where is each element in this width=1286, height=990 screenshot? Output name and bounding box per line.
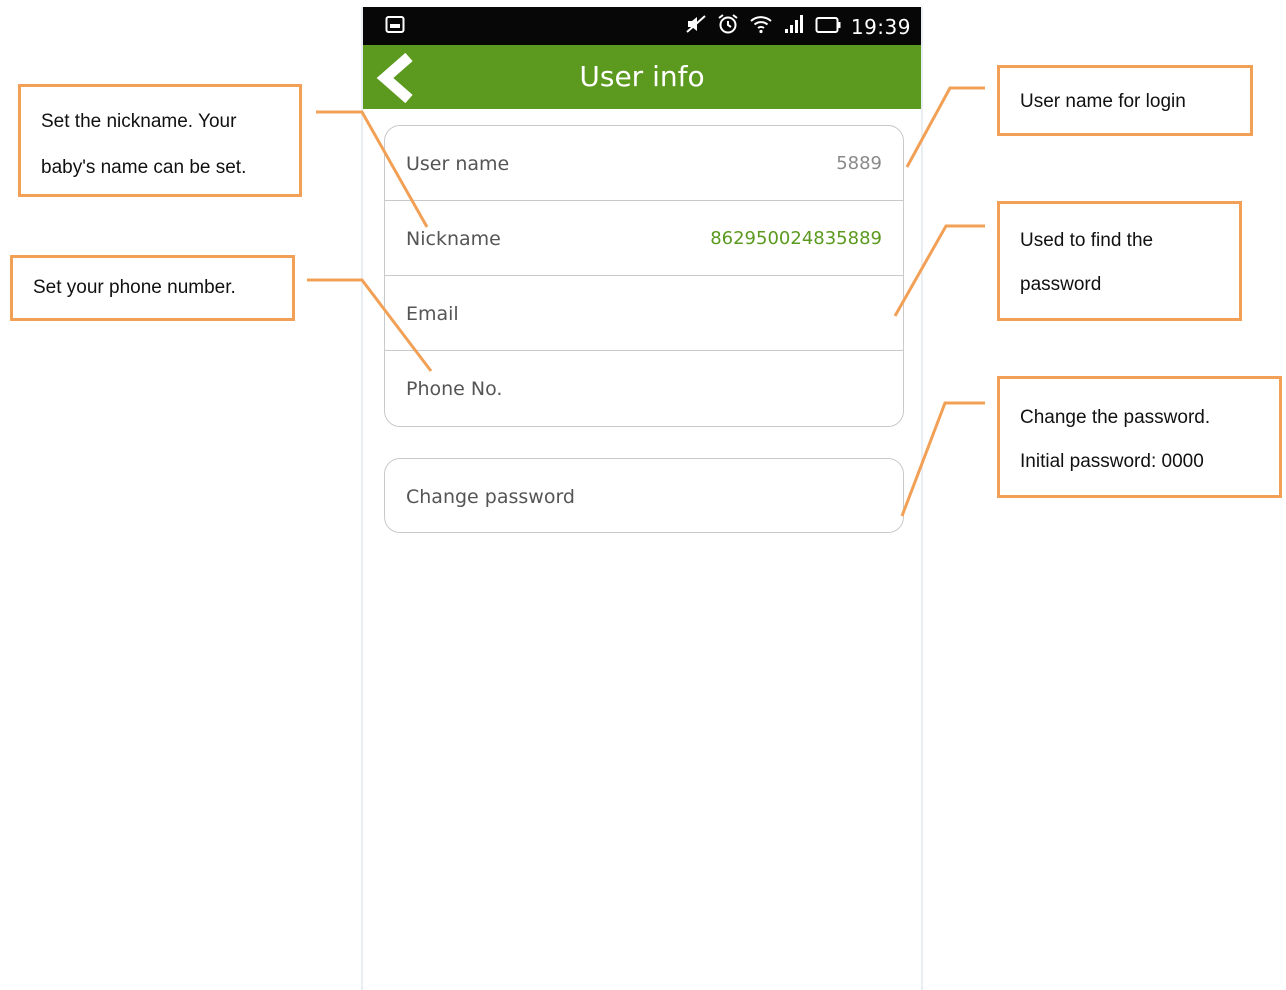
- email-callout: Used to find the password: [997, 201, 1242, 321]
- battery-icon: [815, 15, 841, 39]
- status-bar: 19:39: [363, 7, 921, 45]
- email-label: Email: [406, 303, 459, 325]
- phone-callout: Set your phone number.: [10, 255, 295, 321]
- nickname-callout-line-2: baby's name can be set.: [41, 157, 247, 178]
- username-callout-line-1: User name for login: [1020, 91, 1186, 112]
- email-callout-line-1: Used to find the: [1020, 230, 1154, 251]
- change-password-card: Change password: [384, 458, 904, 533]
- page-title: User info: [579, 60, 705, 93]
- image-notification-icon: [385, 15, 405, 39]
- password-callout: Change the password. Initial password: 0…: [997, 376, 1282, 498]
- phone-row[interactable]: Phone No.: [385, 351, 903, 426]
- username-callout: User name for login: [997, 65, 1253, 136]
- signal-icon: [783, 14, 805, 39]
- nickname-callout-line-1: Set the nickname. Your: [41, 111, 237, 132]
- user-name-label: User name: [406, 153, 510, 175]
- alarm-icon: [717, 13, 739, 40]
- email-row[interactable]: Email: [385, 276, 903, 351]
- mute-icon: [685, 14, 707, 39]
- phone-label: Phone No.: [406, 378, 503, 400]
- user-name-row[interactable]: User name 5889: [385, 126, 903, 201]
- user-info-card: User name 5889 Nickname 862950024835889 …: [384, 125, 904, 427]
- password-callout-line-2: Initial password: 0000: [1020, 451, 1204, 472]
- app-bar: User info: [363, 45, 921, 109]
- nickname-callout: Set the nickname. Your baby's name can b…: [18, 84, 302, 197]
- nickname-row[interactable]: Nickname 862950024835889: [385, 201, 903, 276]
- status-time: 19:39: [850, 14, 911, 39]
- change-password-label: Change password: [406, 486, 575, 508]
- user-name-value: 5889: [836, 153, 882, 174]
- nickname-value: 862950024835889: [710, 228, 882, 249]
- wifi-icon: [749, 14, 773, 39]
- phone-screen: 19:39 User info User name 5889 Nickname …: [361, 7, 923, 990]
- password-callout-line-1: Change the password.: [1020, 407, 1211, 428]
- phone-callout-line-1: Set your phone number.: [33, 277, 236, 298]
- nickname-label: Nickname: [406, 228, 501, 250]
- email-callout-line-2: password: [1020, 274, 1102, 295]
- status-icons: 19:39: [685, 13, 911, 40]
- change-password-row[interactable]: Change password: [385, 459, 903, 532]
